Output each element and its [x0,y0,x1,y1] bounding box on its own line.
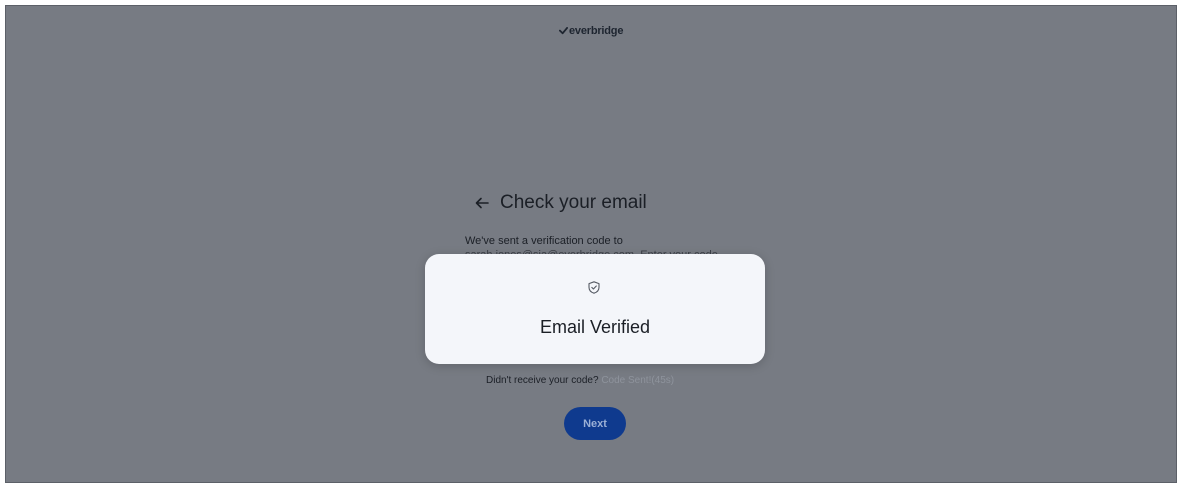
dialog-message: Email Verified [539,317,651,337]
arrow-left-icon[interactable] [474,195,490,211]
resend-code-link[interactable]: Code Sent!(45s) [601,375,674,386]
email-verified-dialog: Email Verified [425,254,765,364]
logo-text: everbridge [569,25,624,37]
resend-prompt: Didn't receive your code? [486,375,599,386]
page-header: Check your email [474,192,647,214]
verification-description: We've sent a verification code to [465,235,623,247]
shield-check-icon [588,281,600,294]
logo-check-icon [559,26,568,34]
resend-row: Didn't receive your code? Code Sent!(45s… [486,375,674,386]
everbridge-logo: everbridge [559,25,623,37]
page-title: Check your email [500,192,647,213]
next-button[interactable]: Next [564,407,626,440]
page-backdrop: everbridge Check your email We've sent a… [5,5,1177,483]
